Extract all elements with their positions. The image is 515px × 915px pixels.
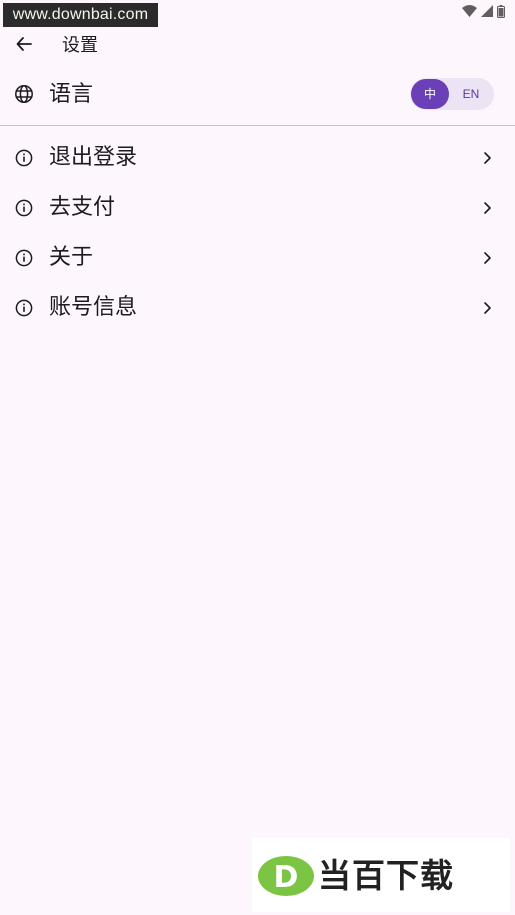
downbai-logo: D bbox=[258, 856, 314, 896]
logo-letter: D bbox=[274, 860, 299, 895]
chevron-right-icon bbox=[479, 249, 495, 267]
watermark-brand-text: 当百下载 bbox=[318, 856, 454, 895]
chevron-right-icon bbox=[479, 299, 495, 317]
app-bar: 设置 bbox=[0, 28, 515, 64]
watermark-bottom: D 当百下载 bbox=[252, 838, 510, 912]
arrow-left-icon bbox=[15, 35, 33, 57]
status-icons bbox=[462, 3, 505, 19]
chevron-right-icon bbox=[479, 199, 495, 217]
language-option-zh[interactable]: 中 bbox=[411, 79, 449, 109]
settings-screen: www.downbai.com 设置 语言 中 EN 退出登录 去支付 关于 账… bbox=[0, 0, 515, 915]
language-label: 语言 bbox=[49, 82, 94, 107]
language-row: 语言 中 EN bbox=[0, 70, 515, 120]
menu-list: 退出登录 去支付 关于 账号信息 bbox=[0, 133, 515, 333]
back-button[interactable] bbox=[12, 34, 36, 58]
battery-icon bbox=[497, 4, 505, 18]
wifi-icon bbox=[462, 5, 477, 17]
globe-icon bbox=[14, 84, 34, 104]
info-icon bbox=[14, 148, 34, 168]
info-icon bbox=[14, 248, 34, 268]
menu-item-label: 退出登录 bbox=[49, 145, 138, 170]
menu-item-label: 账号信息 bbox=[49, 295, 138, 320]
status-bar: www.downbai.com bbox=[0, 0, 515, 27]
watermark-top: www.downbai.com bbox=[3, 3, 158, 27]
signal-icon bbox=[481, 5, 493, 17]
menu-item-about[interactable]: 关于 bbox=[0, 233, 515, 283]
chevron-right-icon bbox=[479, 149, 495, 167]
language-toggle[interactable]: 中 EN bbox=[410, 78, 494, 110]
info-icon bbox=[14, 298, 34, 318]
language-option-en[interactable]: EN bbox=[454, 79, 488, 109]
menu-item-account-info[interactable]: 账号信息 bbox=[0, 283, 515, 333]
menu-item-label: 关于 bbox=[49, 245, 94, 270]
menu-item-pay[interactable]: 去支付 bbox=[0, 183, 515, 233]
info-icon bbox=[14, 198, 34, 218]
menu-item-label: 去支付 bbox=[49, 195, 116, 220]
page-title: 设置 bbox=[62, 35, 98, 56]
menu-item-logout[interactable]: 退出登录 bbox=[0, 133, 515, 183]
divider bbox=[0, 125, 515, 126]
